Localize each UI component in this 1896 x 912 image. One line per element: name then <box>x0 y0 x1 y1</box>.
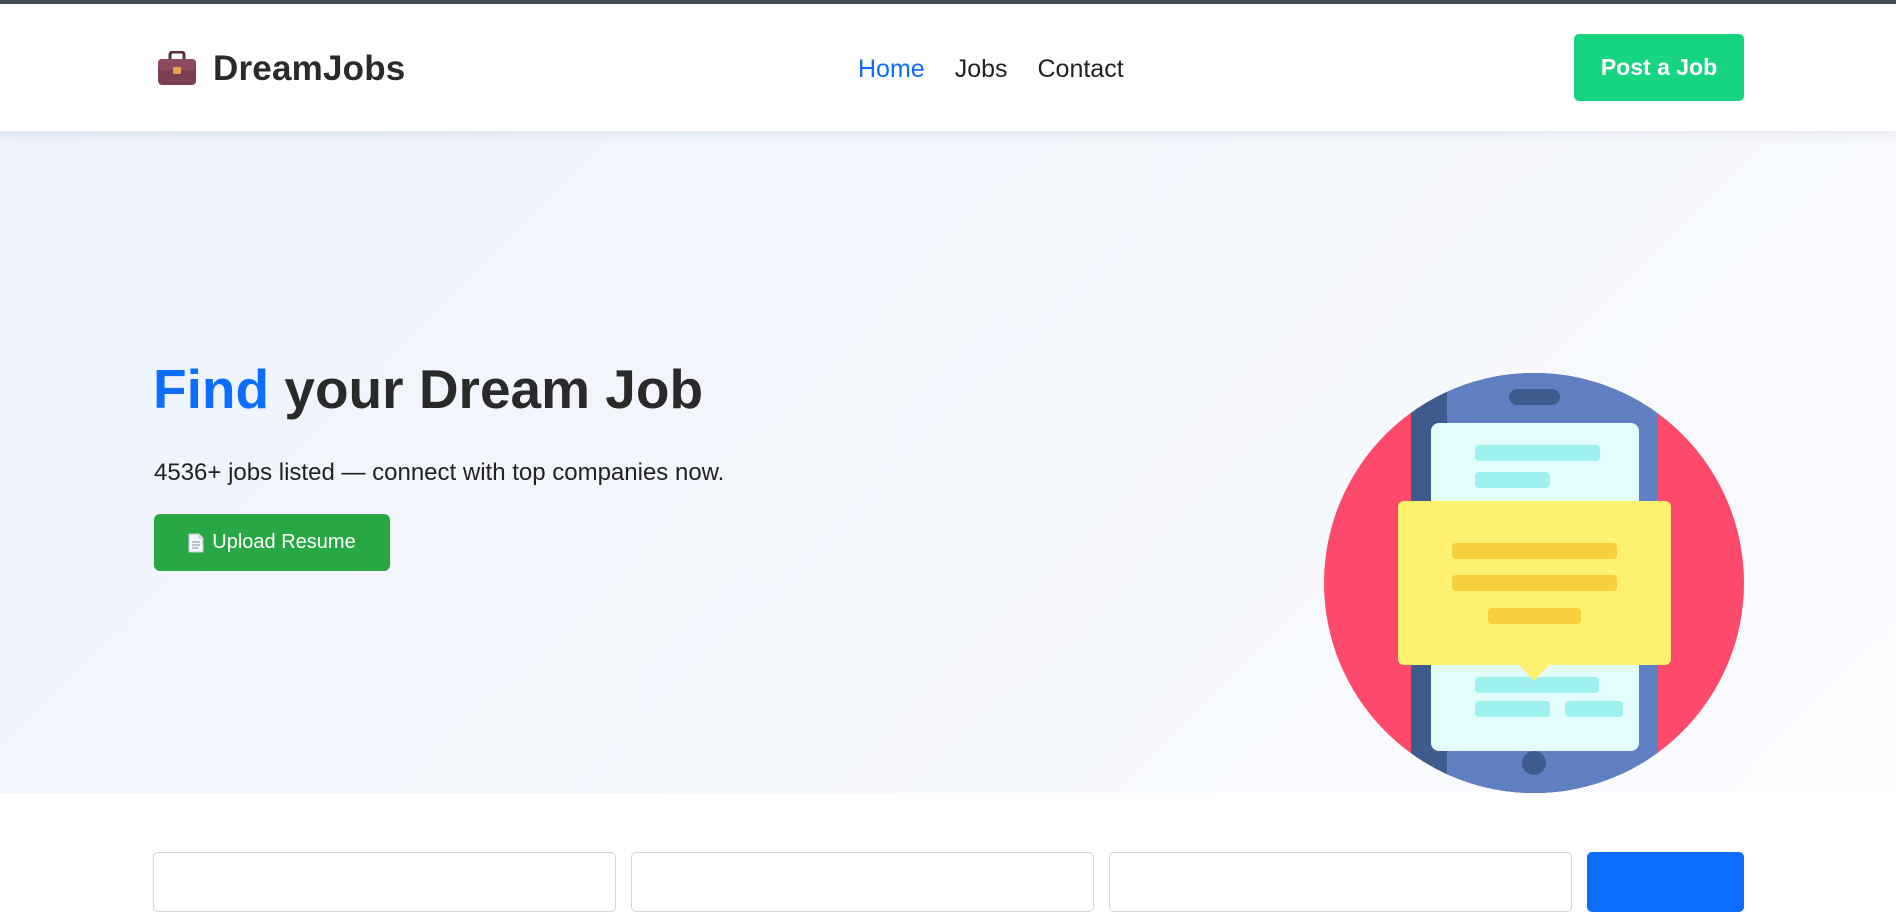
briefcase-icon <box>158 51 196 85</box>
site-header: DreamJobs Home Jobs Contact Post a Job <box>0 4 1896 131</box>
brand-logo[interactable]: DreamJobs <box>157 49 405 89</box>
hero-section: Find your Dream Job 4536+ jobs listed — … <box>0 131 1896 793</box>
nav-contact-link[interactable]: Contact <box>1038 55 1124 84</box>
document-icon <box>188 533 204 552</box>
hero-title: Find your Dream Job <box>153 357 703 421</box>
hero-subtitle: 4536+ jobs listed — connect with top com… <box>154 459 725 486</box>
job-title-search-input[interactable] <box>153 852 616 912</box>
nav-jobs-link[interactable]: Jobs <box>955 55 1008 84</box>
hero-title-accent: Find <box>153 358 270 420</box>
upload-resume-button[interactable]: Upload Resume <box>154 514 390 571</box>
search-button[interactable] <box>1587 852 1744 912</box>
job-search-bar <box>0 852 1896 912</box>
nav-home-link[interactable]: Home <box>858 55 925 84</box>
brand-name: DreamJobs <box>213 49 406 88</box>
main-nav: Home Jobs Contact <box>858 55 1124 84</box>
category-search-input[interactable] <box>1109 852 1572 912</box>
post-job-button[interactable]: Post a Job <box>1574 34 1744 101</box>
location-search-input[interactable] <box>631 852 1094 912</box>
phone-chat-illustration <box>1324 373 1744 793</box>
upload-resume-label: Upload Resume <box>212 531 356 553</box>
hero-title-rest: your Dream Job <box>284 358 704 420</box>
